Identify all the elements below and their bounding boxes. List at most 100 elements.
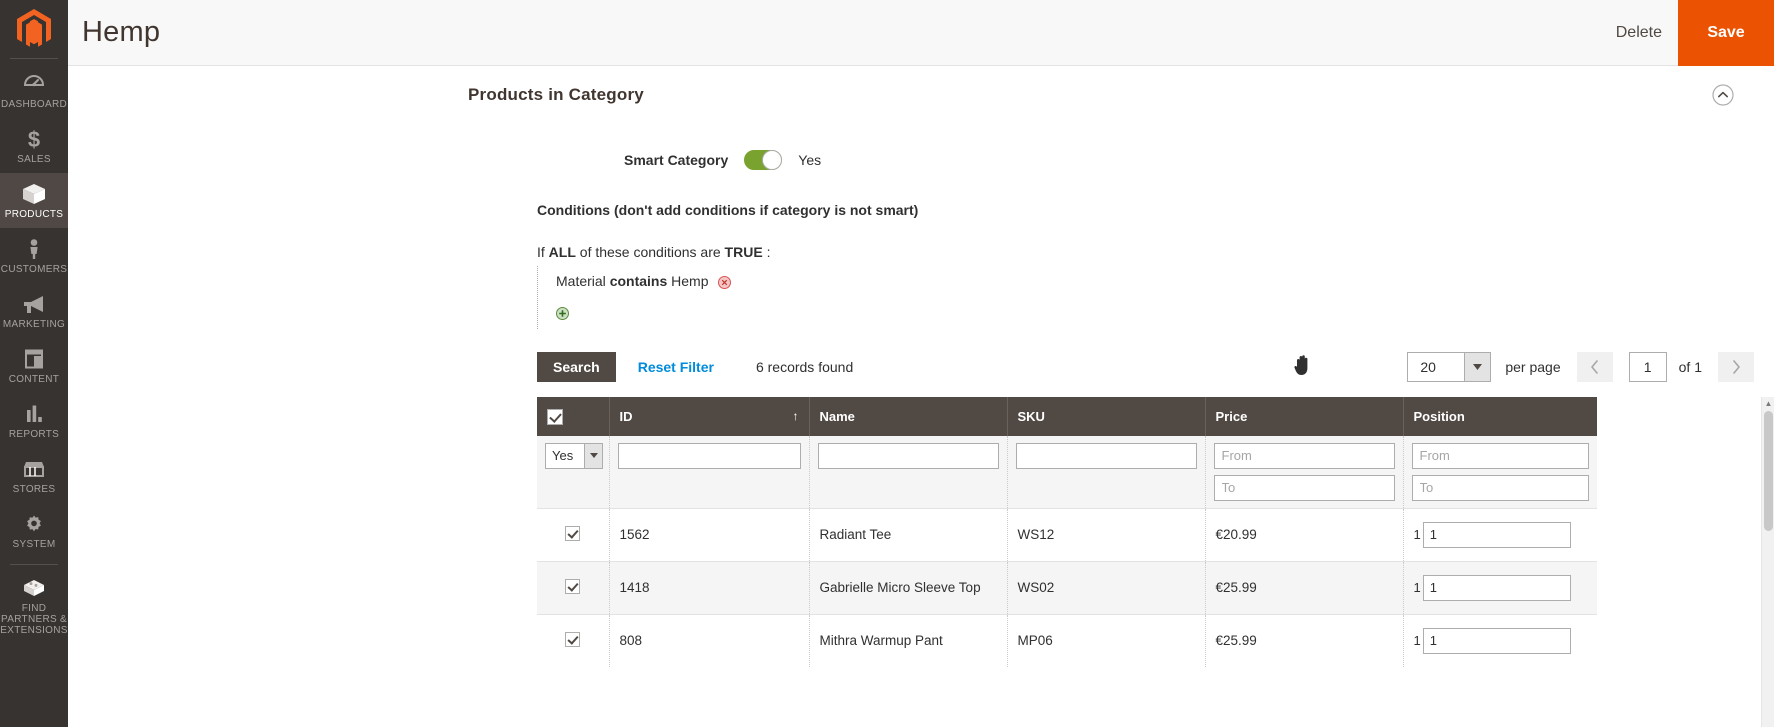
row-select-cell[interactable] bbox=[537, 614, 609, 667]
checkbox-checked-icon[interactable] bbox=[565, 526, 580, 541]
sidebar-item-sales[interactable]: $ Sales bbox=[0, 118, 68, 173]
sidebar-item-label: Stores bbox=[13, 484, 56, 495]
sidebar-item-marketing[interactable]: Marketing bbox=[0, 283, 68, 338]
filter-name-input[interactable] bbox=[818, 443, 999, 469]
delete-button[interactable]: Delete bbox=[1600, 16, 1678, 50]
filter-position-from-input[interactable] bbox=[1412, 443, 1590, 469]
rule-operator[interactable]: contains bbox=[610, 273, 668, 289]
conditions-title: Conditions (don't add conditions if cate… bbox=[537, 202, 1734, 218]
reset-filter-link[interactable]: Reset Filter bbox=[638, 359, 714, 375]
grid-header-id[interactable]: ID ↑ bbox=[609, 397, 809, 436]
sidebar-item-stores[interactable]: Stores bbox=[0, 448, 68, 503]
filter-position-to-input[interactable] bbox=[1412, 475, 1590, 501]
filter-id-input[interactable] bbox=[618, 443, 801, 469]
sidebar-item-dashboard[interactable]: Dashboard bbox=[0, 63, 68, 118]
row-position-cell: 1 bbox=[1403, 508, 1597, 561]
aggregator-selector[interactable]: ALL bbox=[549, 244, 576, 260]
grid-vertical-scrollbar[interactable]: ▲ ▼ bbox=[1761, 397, 1774, 727]
grid-header-name[interactable]: Name bbox=[809, 397, 1007, 436]
filter-checked-value: Yes bbox=[546, 444, 584, 468]
filter-checked-select[interactable]: Yes bbox=[545, 443, 603, 469]
sidebar-item-customers[interactable]: Customers bbox=[0, 228, 68, 283]
row-name: Radiant Tee bbox=[809, 508, 1007, 561]
per-page-select[interactable]: 20 bbox=[1407, 352, 1491, 382]
grid-header-select-all[interactable] bbox=[537, 397, 609, 436]
row-position-prefix: 1 bbox=[1414, 633, 1421, 648]
sidebar-item-products[interactable]: Products bbox=[0, 173, 68, 228]
save-button[interactable]: Save bbox=[1678, 0, 1774, 66]
sidebar-item-content[interactable]: Content bbox=[0, 338, 68, 393]
row-price: €25.99 bbox=[1205, 561, 1403, 614]
truth-selector[interactable]: TRUE bbox=[725, 244, 763, 260]
table-row[interactable]: 1562 Radiant Tee WS12 €20.99 1 bbox=[537, 508, 1597, 561]
filter-price-to-input[interactable] bbox=[1214, 475, 1395, 501]
checkbox-checked-icon[interactable] bbox=[547, 409, 563, 425]
box-icon bbox=[21, 182, 47, 206]
chevron-down-icon bbox=[584, 444, 602, 468]
rule-attribute[interactable]: Material bbox=[556, 273, 606, 289]
table-row[interactable]: 808 Mithra Warmup Pant MP06 €25.99 1 bbox=[537, 614, 1597, 667]
table-row[interactable]: 1418 Gabrielle Micro Sleeve Top WS02 €25… bbox=[537, 561, 1597, 614]
search-button[interactable]: Search bbox=[537, 352, 616, 382]
rule-value[interactable]: Hemp bbox=[671, 273, 708, 289]
bar-chart-icon bbox=[21, 402, 47, 426]
grid-pager: 20 per page of 1 bbox=[1293, 352, 1754, 382]
delete-circle-icon[interactable] bbox=[718, 273, 731, 295]
row-price: €20.99 bbox=[1205, 508, 1403, 561]
if-middle: of these conditions are bbox=[580, 244, 721, 260]
chevron-down-icon bbox=[1464, 353, 1490, 381]
storefront-icon bbox=[21, 457, 47, 481]
row-id: 1418 bbox=[609, 561, 809, 614]
filter-price-from-input[interactable] bbox=[1214, 443, 1395, 469]
products-grid-wrapper: ID ↑ Name SKU Price Position bbox=[537, 397, 1760, 667]
sidebar-divider-top bbox=[10, 58, 58, 59]
admin-sidebar: Dashboard $ Sales Products Customers Mar… bbox=[0, 0, 68, 727]
grid-body: Yes bbox=[537, 436, 1597, 668]
sidebar-item-label: Dashboard bbox=[1, 99, 67, 110]
sidebar-item-reports[interactable]: Reports bbox=[0, 393, 68, 448]
add-circle-icon[interactable] bbox=[556, 307, 569, 325]
scrollbar-thumb[interactable] bbox=[1764, 411, 1773, 531]
next-page-button[interactable] bbox=[1718, 352, 1754, 382]
sidebar-item-label: Find Partners & Extensions bbox=[0, 603, 67, 636]
grid-header-sku[interactable]: SKU bbox=[1007, 397, 1205, 436]
smart-category-toggle[interactable] bbox=[744, 150, 782, 170]
row-select-cell[interactable] bbox=[537, 561, 609, 614]
checkbox-checked-icon[interactable] bbox=[565, 632, 580, 647]
row-position-input[interactable] bbox=[1423, 628, 1571, 654]
dashboard-icon bbox=[21, 72, 47, 96]
filter-cell-sku bbox=[1007, 436, 1205, 509]
row-position-input[interactable] bbox=[1423, 522, 1571, 548]
section-title: Products in Category bbox=[468, 85, 644, 105]
filter-cell-checked: Yes bbox=[537, 436, 609, 509]
chevron-up-circle-icon[interactable] bbox=[1712, 84, 1734, 106]
page-number-input[interactable] bbox=[1629, 352, 1667, 382]
conditions-rule-list: Material contains Hemp bbox=[537, 266, 1734, 329]
if-suffix: : bbox=[767, 244, 771, 260]
per-page-label: per page bbox=[1505, 359, 1560, 375]
previous-page-button[interactable] bbox=[1577, 352, 1613, 382]
magento-logo-icon[interactable] bbox=[0, 0, 68, 58]
sort-ascending-icon: ↑ bbox=[793, 409, 799, 423]
row-price: €25.99 bbox=[1205, 614, 1403, 667]
filter-sku-input[interactable] bbox=[1016, 443, 1197, 469]
filter-cell-id bbox=[609, 436, 809, 509]
row-id: 1562 bbox=[609, 508, 809, 561]
grid-header-price[interactable]: Price bbox=[1205, 397, 1403, 436]
grid-header-position[interactable]: Position bbox=[1403, 397, 1597, 436]
scroll-up-icon[interactable]: ▲ bbox=[1762, 397, 1774, 410]
smart-category-field: Smart Category Yes bbox=[68, 150, 1774, 170]
checkbox-checked-icon[interactable] bbox=[565, 579, 580, 594]
sidebar-item-system[interactable]: System bbox=[0, 503, 68, 558]
row-sku: WS02 bbox=[1007, 561, 1205, 614]
sidebar-item-find-partners-extensions[interactable]: Find Partners & Extensions bbox=[0, 567, 68, 644]
products-grid: ID ↑ Name SKU Price Position bbox=[537, 397, 1597, 667]
per-page-value: 20 bbox=[1408, 353, 1464, 381]
page-title: Hemp bbox=[82, 18, 160, 47]
row-position-input[interactable] bbox=[1423, 575, 1571, 601]
row-position-cell: 1 bbox=[1403, 561, 1597, 614]
conditions-block: Conditions (don't add conditions if cate… bbox=[68, 202, 1774, 329]
row-select-cell[interactable] bbox=[537, 508, 609, 561]
sidebar-item-label: Products bbox=[5, 209, 64, 220]
products-in-category-section-header: Products in Category bbox=[468, 66, 1734, 120]
